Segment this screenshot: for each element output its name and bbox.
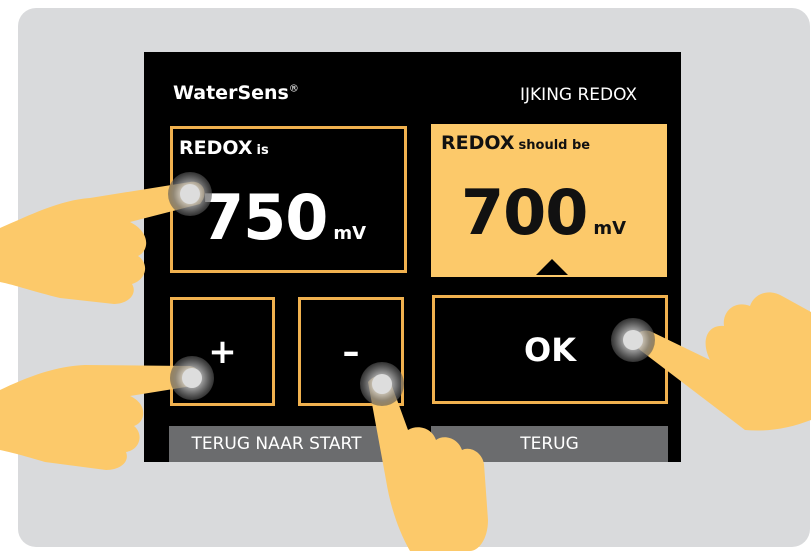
registered-mark: ® xyxy=(288,83,299,95)
brand-name: WaterSens xyxy=(173,82,289,104)
screen-title: IJKING REDOX xyxy=(520,85,638,105)
redox-target-label: REDOX should be xyxy=(441,132,590,154)
redox-target-label-suffix: should be xyxy=(518,138,591,153)
brand-logo: WaterSens® xyxy=(173,82,299,104)
redox-current-label: REDOX is xyxy=(179,137,269,159)
callout-notch xyxy=(536,259,568,275)
redox-target-number: 700 xyxy=(461,176,588,249)
redox-target-label-main: REDOX xyxy=(441,132,515,154)
redox-target-value: 700 mV xyxy=(461,176,626,249)
redox-current-number: 750 xyxy=(201,181,328,254)
increase-button[interactable]: + xyxy=(170,297,275,406)
ok-button[interactable]: OK xyxy=(432,295,668,404)
decrease-button[interactable]: – xyxy=(298,297,404,406)
redox-target-panel: REDOX should be 700 mV xyxy=(431,124,667,277)
redox-label-main: REDOX xyxy=(179,137,253,159)
redox-current-panel[interactable]: REDOX is 750 mV xyxy=(170,126,407,273)
redox-label-suffix: is xyxy=(256,143,269,158)
back-button[interactable]: TERUG xyxy=(431,426,668,462)
back-to-start-button[interactable]: TERUG NAAR START xyxy=(169,426,384,462)
redox-current-value: 750 mV xyxy=(201,181,366,254)
redox-target-unit: mV xyxy=(593,218,627,239)
redox-current-unit: mV xyxy=(333,223,367,244)
